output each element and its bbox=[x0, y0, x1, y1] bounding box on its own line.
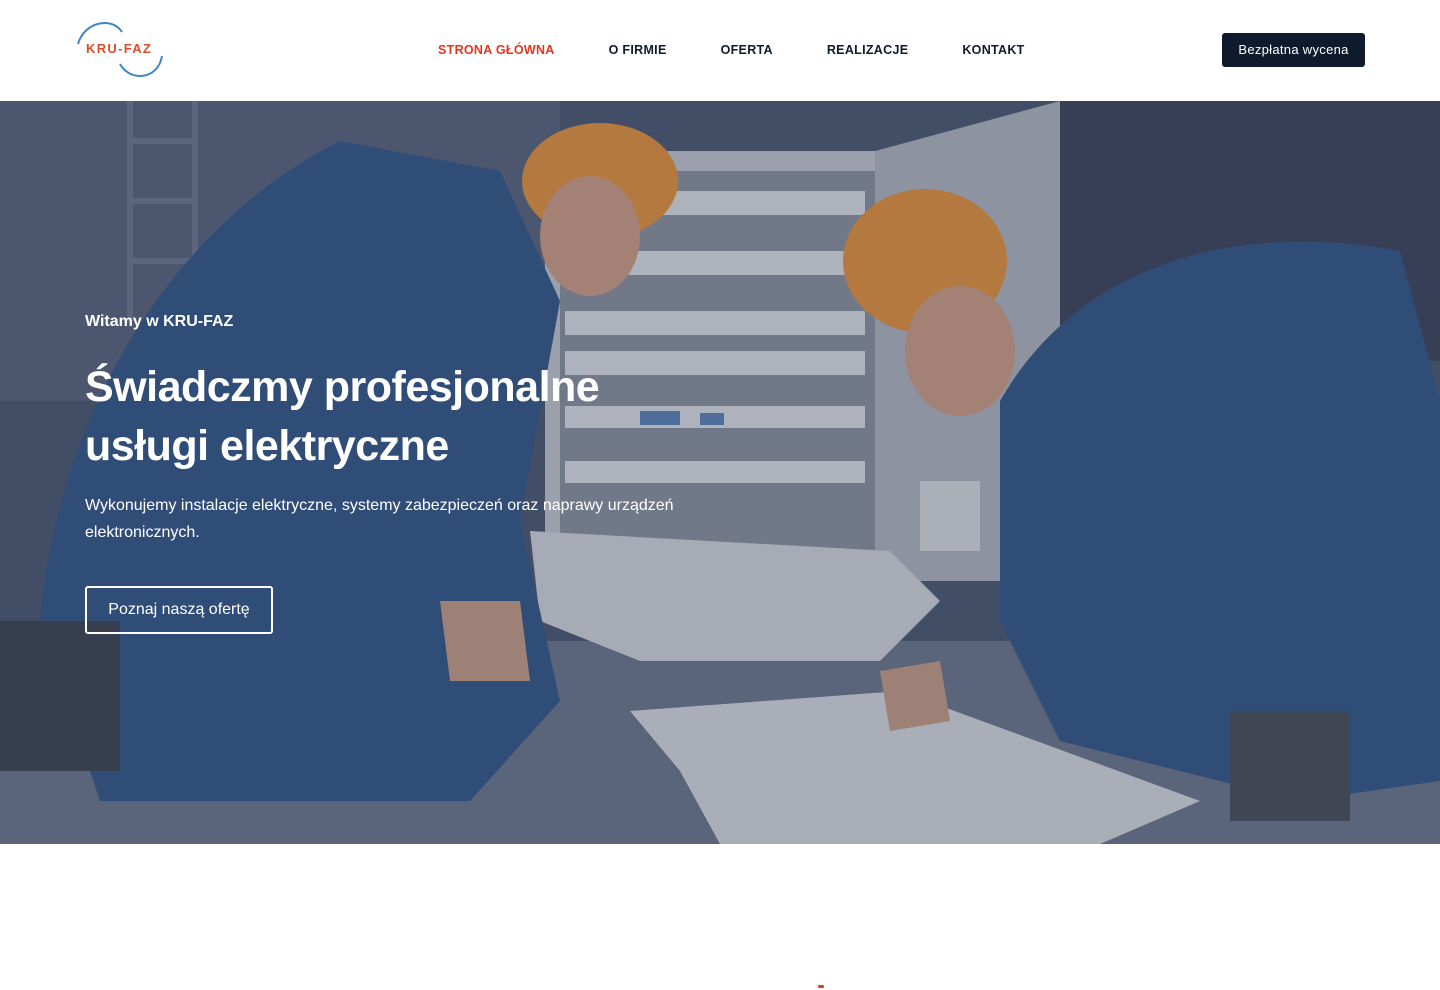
nav-item-offer[interactable]: OFERTA bbox=[721, 40, 773, 60]
site-header: KRU-FAZ STRONA GŁÓWNA O FIRMIE OFERTA RE… bbox=[0, 0, 1440, 101]
logo-text: KRU-FAZ bbox=[86, 41, 153, 56]
nav-item-about[interactable]: O FIRMIE bbox=[609, 40, 667, 60]
nav-item-home[interactable]: STRONA GŁÓWNA bbox=[438, 40, 555, 60]
hero-eyebrow: Witamy w KRU-FAZ bbox=[85, 313, 234, 330]
hero-title: Świadczmy profesjonalne usługi elektrycz… bbox=[85, 363, 600, 470]
free-quote-button[interactable]: Bezpłatna wycena bbox=[1222, 33, 1365, 67]
nav-item-contact[interactable]: KONTAKT bbox=[962, 40, 1024, 60]
hero-subtitle: Wykonujemy instalacje elektryczne, syste… bbox=[85, 497, 674, 541]
section-accent-mark bbox=[818, 985, 824, 988]
brand-logo[interactable]: KRU-FAZ bbox=[74, 18, 166, 82]
nav-item-projects[interactable]: REALIZACJE bbox=[827, 40, 908, 60]
main-nav: STRONA GŁÓWNA O FIRMIE OFERTA REALIZACJE… bbox=[438, 40, 1025, 60]
see-offer-button[interactable]: Poznaj naszą ofertę bbox=[85, 586, 273, 634]
